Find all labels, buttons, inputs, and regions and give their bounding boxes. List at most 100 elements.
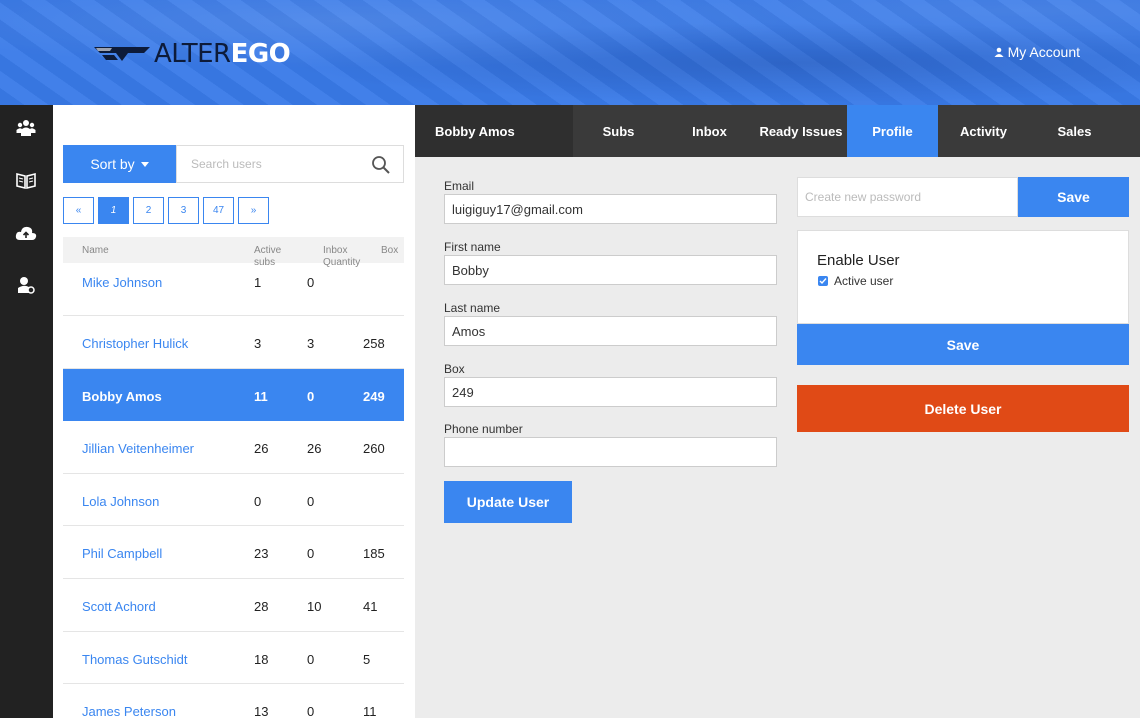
sort-by-button[interactable]: Sort by: [63, 145, 176, 183]
save-enable-button[interactable]: Save: [797, 324, 1129, 365]
my-account-label: My Account: [1007, 44, 1080, 60]
active-subs-cell: 1: [254, 275, 262, 290]
user-name-cell[interactable]: Thomas Gutschidt: [82, 652, 188, 667]
active-subs-cell: 26: [254, 441, 269, 457]
active-subs-cell: 0: [254, 493, 262, 509]
app-header: ALTEREGO My Account: [0, 0, 1140, 105]
box-field[interactable]: 249: [444, 377, 777, 407]
box-cell: 185: [363, 546, 385, 562]
delete-user-button[interactable]: Delete User: [797, 385, 1129, 432]
tab-ready-issues[interactable]: Ready Issues: [755, 105, 847, 157]
page-next-button[interactable]: »: [238, 197, 269, 224]
active-subs-cell: 3: [254, 336, 262, 351]
inbox-quantity-cell: 10: [307, 598, 322, 614]
page-2-button[interactable]: 2: [133, 197, 164, 224]
enable-user-title: Enable User: [817, 252, 900, 269]
enable-user-card: Enable User Active user: [797, 230, 1129, 324]
active-user-label: Active user: [834, 274, 894, 288]
logo-text: ALTEREGO: [154, 39, 291, 69]
tab-profile[interactable]: Profile: [847, 105, 938, 157]
table-row[interactable]: Jillian Veitenheimer 26 26 260: [63, 421, 404, 474]
page-47-button[interactable]: 47: [203, 197, 234, 224]
user-settings-icon[interactable]: [15, 274, 37, 296]
user-name-cell[interactable]: Bobby Amos: [82, 389, 162, 404]
inbox-quantity-cell: 3: [307, 336, 315, 351]
inbox-quantity-cell: 0: [307, 275, 315, 290]
my-account-link[interactable]: My Account: [994, 44, 1080, 60]
page-prev-button[interactable]: «: [63, 197, 94, 224]
tab-subs[interactable]: Subs: [573, 105, 664, 157]
sort-by-label: Sort by: [90, 156, 135, 172]
table-row[interactable]: Thomas Gutschidt 18 0 5: [63, 632, 404, 685]
active-subs-cell: 18: [254, 651, 269, 667]
last-name-label: Last name: [444, 301, 501, 315]
user-name-cell[interactable]: Christopher Hulick: [82, 336, 188, 351]
new-password-input[interactable]: Create new password: [797, 177, 1018, 217]
page-3-button[interactable]: 3: [168, 197, 199, 224]
search-input[interactable]: [177, 146, 357, 182]
table-row[interactable]: Lola Johnson 0 0: [63, 474, 404, 527]
box-cell: 5: [363, 651, 371, 667]
inbox-quantity-cell: 26: [307, 441, 322, 457]
table-row[interactable]: Scott Achord 28 10 41: [63, 579, 404, 632]
cloud-upload-icon[interactable]: [15, 222, 37, 244]
tab-user-name: Bobby Amos: [415, 105, 573, 157]
user-tabs: Bobby Amos Subs Inbox Ready Issues Profi…: [415, 105, 1140, 157]
caret-down-icon: [140, 161, 149, 167]
update-user-button[interactable]: Update User: [444, 481, 572, 523]
users-table-header: Name Active subs Inbox Quantity Box: [63, 237, 404, 268]
first-name-field[interactable]: Bobby: [444, 255, 777, 285]
phone-field[interactable]: [444, 437, 777, 467]
active-subs-cell: 11: [254, 388, 268, 404]
box-label: Box: [444, 362, 465, 376]
active-subs-cell: 23: [254, 546, 269, 562]
alterego-logo[interactable]: ALTEREGO: [92, 39, 291, 69]
table-row[interactable]: Phil Campbell 23 0 185: [63, 526, 404, 579]
box-cell: 41: [363, 598, 378, 614]
user-name-cell[interactable]: James Peterson: [82, 704, 176, 718]
box-cell: 260: [363, 441, 385, 457]
box-cell: 11: [363, 704, 377, 718]
user-name-cell[interactable]: Mike Johnson: [82, 275, 162, 290]
users-icon[interactable]: [15, 117, 37, 139]
email-field[interactable]: luigiguy17@gmail.com: [444, 194, 777, 224]
user-icon: [994, 47, 1004, 57]
user-name-cell[interactable]: Phil Campbell: [82, 546, 162, 561]
active-subs-cell: 28: [254, 598, 269, 614]
last-name-field[interactable]: Amos: [444, 316, 777, 346]
column-box: Box: [381, 245, 399, 256]
inbox-quantity-cell: 0: [307, 651, 315, 667]
user-name-cell[interactable]: Lola Johnson: [82, 494, 159, 509]
search-box: [176, 145, 404, 183]
checkbox-checked-icon[interactable]: [818, 276, 828, 286]
column-name: Name: [82, 245, 109, 256]
first-name-label: First name: [444, 240, 501, 254]
tab-sales[interactable]: Sales: [1029, 105, 1120, 157]
page-1-button[interactable]: 1: [98, 197, 129, 224]
active-user-checkbox[interactable]: Active user: [818, 274, 893, 288]
active-subs-cell: 13: [254, 704, 269, 718]
phone-label: Phone number: [444, 422, 523, 436]
users-table-body: Mike Johnson 1 0 Christopher Hulick 3 3 258 Bob…: [63, 263, 404, 718]
left-rail: [0, 105, 53, 718]
box-cell: 258: [363, 336, 385, 351]
table-row[interactable]: Christopher Hulick 3 3 258: [63, 316, 404, 369]
search-icon[interactable]: [371, 155, 391, 175]
tab-activity[interactable]: Activity: [938, 105, 1029, 157]
table-row[interactable]: James Peterson 13 0 11: [63, 684, 404, 718]
users-panel: Sort by « 1 2 3 47 » Name Activesubs Inb…: [53, 105, 415, 718]
pagination: « 1 2 3 47 »: [63, 197, 269, 224]
user-name-cell[interactable]: Scott Achord: [82, 599, 156, 614]
save-password-button[interactable]: Save: [1018, 177, 1129, 217]
inbox-quantity-cell: 0: [307, 704, 315, 718]
table-row[interactable]: Mike Johnson 1 0: [63, 263, 404, 316]
book-icon[interactable]: [15, 169, 37, 191]
table-row[interactable]: Bobby Amos 11 0 249: [63, 368, 404, 422]
inbox-quantity-cell: 0: [307, 546, 315, 562]
user-name-cell[interactable]: Jillian Veitenheimer: [82, 441, 194, 456]
box-cell: 249: [363, 388, 385, 404]
inbox-quantity-cell: 0: [307, 493, 315, 509]
tab-inbox[interactable]: Inbox: [664, 105, 755, 157]
email-label: Email: [444, 179, 475, 193]
logo-mark-icon: [94, 47, 150, 61]
